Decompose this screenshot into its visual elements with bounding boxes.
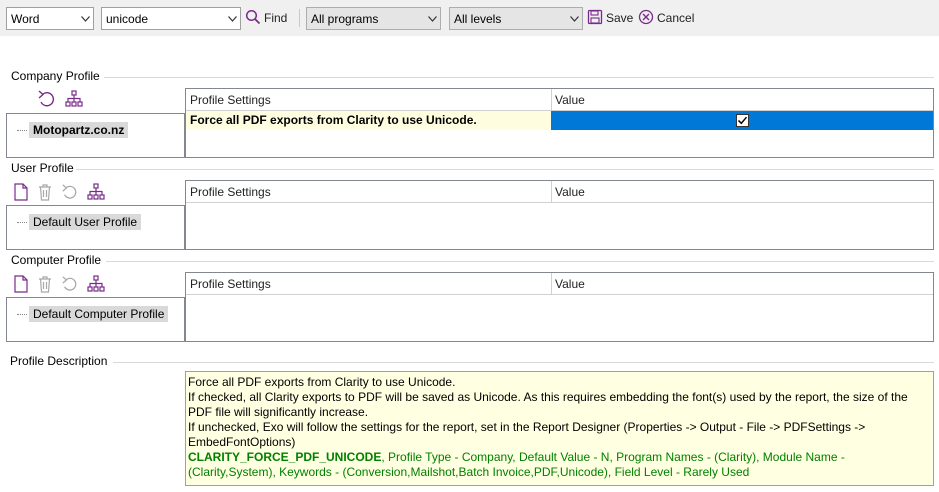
delete-icon[interactable] [37, 275, 53, 296]
toolbar-divider [299, 9, 300, 27]
floppy-disk-icon [587, 9, 603, 28]
find-label: Find [264, 11, 288, 25]
description-line: Force all PDF exports from Clarity to us… [188, 375, 456, 389]
value-column-header[interactable]: Value [551, 89, 585, 111]
toolbar: Word unicode Find All programs All level… [0, 0, 939, 36]
cancel-label: Cancel [657, 11, 695, 25]
search-input-value: unicode [106, 11, 149, 26]
description-line: If unchecked, Exo will follow the settin… [188, 420, 866, 449]
save-label: Save [606, 11, 634, 25]
undo-icon[interactable] [61, 275, 79, 296]
description-line: If checked, all Clarity exports to PDF w… [188, 390, 908, 419]
company-profile-icons [37, 90, 83, 111]
computer-profile-tree: Default Computer Profile [6, 297, 185, 342]
profile-description-divider [113, 362, 934, 363]
company-profile-divider [104, 77, 934, 78]
user-profile-grid: Profile Settings Value [185, 180, 934, 250]
new-document-icon[interactable] [13, 183, 29, 204]
hierarchy-icon[interactable] [65, 90, 83, 111]
user-profile-tree: Default User Profile [6, 205, 185, 250]
user-profile-icons [13, 183, 105, 204]
company-profile-tree: Motopartz.co.nz [6, 113, 185, 158]
profile-key-name: CLARITY_FORCE_PDF_UNICODE [188, 450, 382, 464]
checkmark-icon [737, 116, 747, 125]
company-profile-grid: Profile Settings Value Force all PDF exp… [185, 88, 934, 158]
setting-cell[interactable]: Force all PDF exports from Clarity to us… [186, 111, 551, 130]
grid-header: Profile Settings Value [186, 181, 933, 203]
computer-profile-grid: Profile Settings Value [185, 272, 934, 342]
search-mode-dropdown[interactable]: Word [6, 7, 94, 30]
cancel-button[interactable]: Cancel [638, 8, 694, 28]
description-key-info: CLARITY_FORCE_PDF_UNICODE, Profile Type … [188, 450, 933, 480]
tree-item-label: Motopartz.co.nz [29, 122, 129, 138]
levels-dropdown[interactable]: All levels [449, 7, 583, 30]
profile-settings-column-header[interactable]: Profile Settings [186, 273, 271, 295]
computer-profile-divider [106, 261, 934, 262]
value-column-header[interactable]: Value [551, 273, 585, 295]
grid-header: Profile Settings Value [186, 89, 933, 111]
find-button[interactable]: Find [245, 8, 287, 28]
tree-item-label: Default User Profile [29, 214, 142, 230]
table-row[interactable]: Force all PDF exports from Clarity to us… [186, 111, 933, 130]
value-cell[interactable] [551, 111, 933, 130]
profile-settings-column-header[interactable]: Profile Settings [186, 89, 271, 111]
profile-description-title: Profile Description [10, 354, 108, 368]
user-profile-divider [76, 169, 934, 170]
undo-icon[interactable] [61, 183, 79, 204]
magnifier-icon [245, 9, 261, 28]
profile-settings-column-header[interactable]: Profile Settings [186, 181, 271, 203]
computer-profile-icons [13, 275, 105, 296]
chevron-down-icon [424, 8, 440, 29]
tree-item-user[interactable]: Default User Profile [17, 214, 142, 230]
value-column-header[interactable]: Value [551, 181, 585, 203]
hierarchy-icon[interactable] [87, 275, 105, 296]
save-button[interactable]: Save [587, 8, 633, 28]
hierarchy-icon[interactable] [87, 183, 105, 204]
user-profile-title: User Profile [11, 161, 74, 175]
chevron-down-icon [77, 8, 93, 29]
company-profile-title: Company Profile [11, 69, 100, 83]
chevron-down-icon[interactable] [224, 8, 240, 29]
computer-profile-title: Computer Profile [11, 253, 102, 267]
profile-description-box: Force all PDF exports from Clarity to us… [185, 371, 934, 486]
search-mode-value: Word [11, 11, 40, 26]
delete-icon[interactable] [37, 183, 53, 204]
unicode-checkbox[interactable] [735, 114, 749, 127]
tree-item-computer[interactable]: Default Computer Profile [17, 306, 169, 322]
search-input[interactable]: unicode [101, 7, 241, 30]
cancel-circle-icon [638, 9, 654, 28]
grid-header: Profile Settings Value [186, 273, 933, 295]
levels-value: All levels [454, 11, 502, 26]
undo-icon[interactable] [37, 90, 57, 111]
tree-item-company[interactable]: Motopartz.co.nz [17, 122, 129, 138]
programs-dropdown[interactable]: All programs [306, 7, 441, 30]
chevron-down-icon [566, 8, 582, 29]
programs-value: All programs [311, 11, 379, 26]
new-document-icon[interactable] [13, 275, 29, 296]
tree-item-label: Default Computer Profile [29, 306, 169, 322]
